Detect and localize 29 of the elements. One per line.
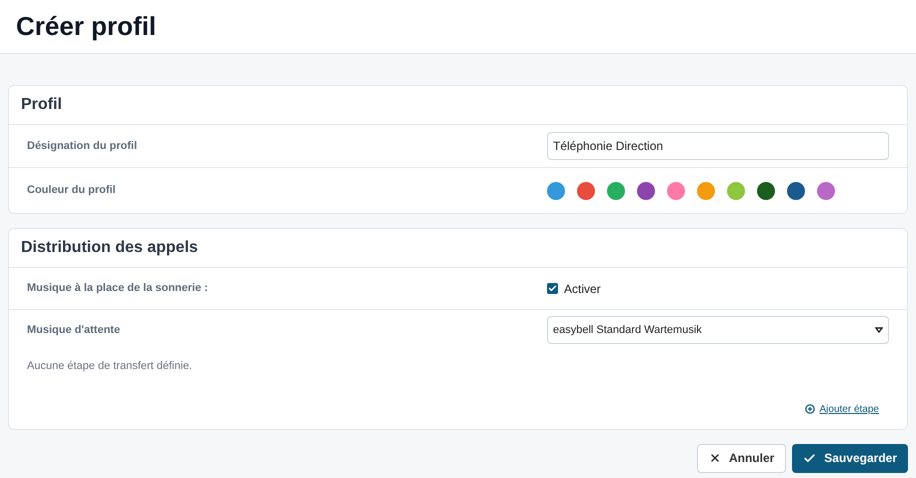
checkbox-label: Activer bbox=[564, 280, 601, 298]
color-swatch[interactable] bbox=[787, 182, 805, 200]
section-title: Distribution des appels bbox=[21, 238, 198, 258]
field-label: Désignation du profil bbox=[26, 138, 138, 154]
profile-name-field[interactable]: Téléphonie Direction bbox=[547, 132, 889, 160]
save-button[interactable]: Sauvegarder bbox=[792, 444, 908, 472]
color-swatch[interactable] bbox=[637, 182, 655, 200]
dropdown-caret-icon bbox=[875, 327, 883, 333]
close-icon bbox=[708, 452, 721, 464]
plus-circle-icon bbox=[804, 404, 814, 414]
color-swatch[interactable] bbox=[577, 182, 595, 200]
color-swatch[interactable] bbox=[727, 182, 745, 200]
add-step-link[interactable]: Ajouter étape bbox=[804, 402, 879, 416]
field-label: Musique à la place de la sonnerie : bbox=[26, 281, 209, 296]
field-label: Couleur du profil bbox=[26, 183, 117, 198]
cancel-button[interactable]: Annuler bbox=[696, 444, 786, 472]
section-title: Profil bbox=[21, 95, 62, 115]
color-swatch[interactable] bbox=[697, 182, 715, 200]
empty-note: Aucune étape de transfert définie. bbox=[26, 359, 194, 374]
color-swatch[interactable] bbox=[667, 182, 685, 200]
color-swatch[interactable] bbox=[547, 182, 565, 200]
color-swatch[interactable] bbox=[817, 182, 835, 200]
color-swatch[interactable] bbox=[757, 182, 775, 200]
hold-music-select[interactable]: easybell Standard Wartemusik bbox=[547, 316, 889, 344]
color-swatch[interactable] bbox=[607, 182, 625, 200]
field-label: Musique d'attente bbox=[26, 322, 122, 338]
checkmark-icon bbox=[803, 452, 816, 464]
page-title: Créer profil bbox=[16, 10, 156, 43]
checkbox[interactable] bbox=[547, 283, 558, 294]
